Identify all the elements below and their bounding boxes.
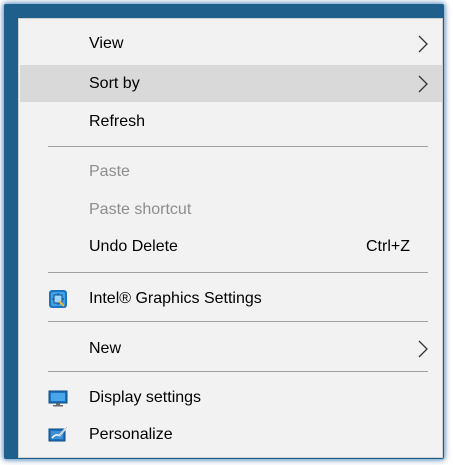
- menu-separator: [48, 272, 428, 273]
- menu-separator: [48, 146, 428, 147]
- display-settings-icon: [48, 390, 68, 406]
- menu-separator: [48, 371, 428, 372]
- menu-item-personalize[interactable]: Personalize: [20, 416, 442, 453]
- menu-item-view[interactable]: View: [20, 25, 442, 62]
- menu-item-label: Display settings: [89, 388, 202, 406]
- menu-item-label: Refresh: [89, 112, 146, 130]
- menu-item-display-settings[interactable]: Display settings: [20, 379, 442, 416]
- menu-item-intel-graphics[interactable]: Intel® Graphics Settings: [20, 280, 442, 317]
- personalize-icon: [48, 425, 68, 441]
- menu-item-undo-delete[interactable]: Undo Delete Ctrl+Z: [20, 228, 442, 265]
- chevron-right-icon: [418, 35, 428, 52]
- menu-item-label: Paste shortcut: [89, 200, 192, 218]
- menu-item-paste-shortcut[interactable]: Paste shortcut: [20, 191, 442, 228]
- menu-item-sort-by[interactable]: Sort by: [20, 65, 442, 102]
- chevron-right-icon: [418, 340, 428, 357]
- menu-item-label: Sort by: [89, 74, 140, 92]
- intel-graphics-icon: [49, 289, 67, 308]
- menu-item-label: Undo Delete: [89, 237, 178, 255]
- menu-item-label: Personalize: [89, 425, 173, 443]
- chevron-right-icon: [418, 75, 428, 92]
- keyboard-shortcut: Ctrl+Z: [366, 237, 410, 255]
- menu-item-paste[interactable]: Paste: [20, 153, 442, 190]
- context-menu: View Sort by Refresh Paste Paste shortcu…: [18, 18, 443, 458]
- menu-separator: [48, 321, 428, 322]
- menu-item-new[interactable]: New: [20, 330, 442, 367]
- menu-item-label: New: [89, 339, 122, 357]
- menu-item-label: View: [89, 34, 124, 52]
- menu-item-refresh[interactable]: Refresh: [20, 103, 442, 140]
- menu-item-label: Intel® Graphics Settings: [89, 289, 262, 307]
- menu-item-label: Paste: [89, 162, 130, 180]
